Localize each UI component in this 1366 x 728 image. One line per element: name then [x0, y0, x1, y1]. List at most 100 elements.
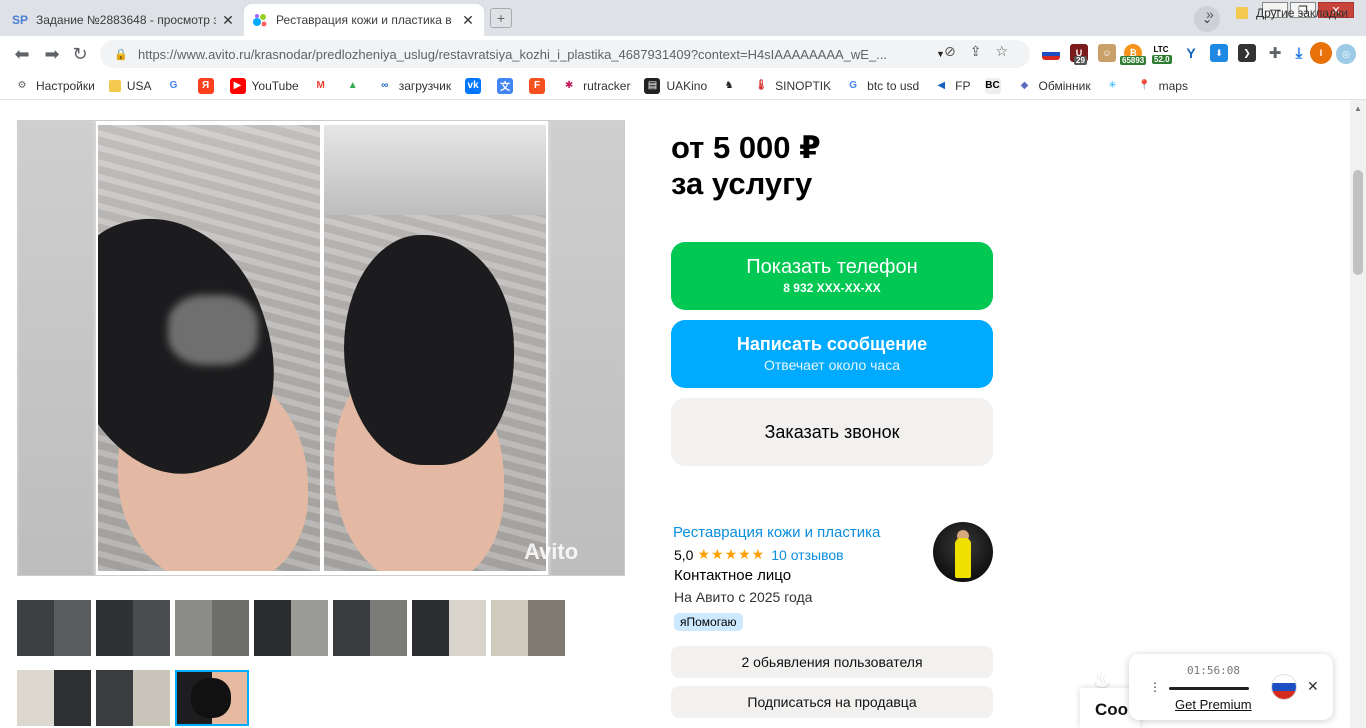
russia-flag-icon[interactable]: [1271, 674, 1297, 700]
face-extension-icon[interactable]: ☺: [1098, 44, 1116, 62]
scroll-up-icon[interactable]: ▲: [1354, 104, 1362, 113]
subscribe-seller-button[interactable]: Подписаться на продавца: [671, 686, 993, 718]
bookmark-fp[interactable]: ◀ FP: [933, 78, 970, 94]
tab-avito[interactable]: Реставрация кожи и пластика в К ✕: [244, 4, 484, 36]
y-extension-icon[interactable]: Y: [1182, 44, 1200, 62]
downloads-icon[interactable]: ⤓: [1290, 44, 1308, 62]
thumbnail-8[interactable]: [17, 670, 91, 726]
address-bar[interactable]: 🔒 https://www.avito.ru/krasnodar/predloz…: [100, 40, 1030, 68]
seller-rating: 5,0 ★★★★★ 10 отзывов: [674, 546, 844, 563]
thumbnail-10[interactable]: [175, 670, 249, 726]
bookmark-label: USA: [126, 78, 152, 93]
folder-icon: [108, 79, 121, 92]
close-icon[interactable]: ✕: [1307, 678, 1319, 695]
bookmarks-overflow-button[interactable]: »: [1206, 6, 1214, 22]
help-badge[interactable]: яПомогаю: [674, 613, 743, 631]
thumbnail-2[interactable]: [96, 600, 170, 656]
bookmark-sinoptik[interactable]: 🌡 SINOPTIK: [753, 78, 831, 94]
back-icon[interactable]: ⬅: [10, 44, 34, 65]
folder-icon: [1236, 7, 1248, 19]
bookmark-загрузчик[interactable]: ∞ загрузчик: [377, 78, 451, 94]
thumbnail-9[interactable]: [96, 670, 170, 726]
new-tab-button[interactable]: +: [490, 8, 512, 28]
ltc-price-badge: 52.0: [1152, 55, 1172, 64]
bookmark-rutracker[interactable]: ✱ rutracker: [561, 78, 631, 94]
thumbnail-3[interactable]: [175, 600, 249, 656]
bookmark-label: maps: [1158, 78, 1188, 93]
bookmark-drive[interactable]: ▲: [345, 78, 367, 94]
bookmark-label: FP: [955, 78, 971, 93]
yandex-icon: Я: [197, 77, 214, 94]
bookmark-label: SINOPTIK: [775, 78, 832, 93]
seller-name-link[interactable]: Реставрация кожи и пластика: [673, 524, 880, 541]
thumbnail-7[interactable]: [491, 600, 565, 656]
bookmark-f[interactable]: F: [529, 77, 551, 94]
forward-icon[interactable]: ➡: [40, 44, 64, 65]
thumbnail-6[interactable]: [412, 600, 486, 656]
bookmark-vk[interactable]: vk: [465, 77, 487, 94]
floating-player[interactable]: 01:56:08 ⋮ Get Premium ✕: [1129, 654, 1333, 720]
seller-avatar[interactable]: [933, 522, 993, 582]
bookmark-google[interactable]: G: [166, 78, 188, 94]
download-extension-icon[interactable]: ⬇: [1210, 44, 1228, 62]
more-options-icon[interactable]: ⋮: [1149, 680, 1161, 694]
globe-extension-icon[interactable]: ◎: [1336, 44, 1356, 64]
bookmark-btc-to-usd[interactable]: Gbtc to usd: [845, 78, 919, 94]
bookmark-настройки[interactable]: ⚙ Настройки: [14, 78, 95, 94]
close-tab-icon[interactable]: ✕: [220, 12, 236, 29]
bookmark-maps[interactable]: 📍 maps: [1137, 78, 1188, 94]
bookmark-usa[interactable]: USA: [108, 78, 152, 93]
close-tab-icon[interactable]: ✕: [460, 12, 476, 29]
tab-task[interactable]: SP Задание №2883648 - просмотр з ✕: [4, 4, 244, 36]
bookmark-yandex[interactable]: Я: [197, 77, 220, 94]
google-icon: G: [169, 80, 178, 91]
prev-photo-preview[interactable]: [18, 121, 94, 575]
bookmark-gmail[interactable]: M: [313, 78, 335, 94]
other-bookmarks-label: Другие закладки: [1256, 6, 1348, 20]
write-message-button[interactable]: Написать сообщение Отвечает около часа: [671, 320, 993, 388]
bookmark-bc[interactable]: BC: [984, 77, 1007, 94]
reload-icon[interactable]: ↻: [68, 44, 92, 65]
share-icon[interactable]: ⇪: [970, 43, 982, 60]
user-ads-button[interactable]: 2 обьявления пользователя: [671, 646, 993, 678]
scroll-thumb[interactable]: [1353, 170, 1363, 275]
other-bookmarks-folder[interactable]: Другие закладки: [1236, 6, 1348, 20]
page-scrollbar[interactable]: ▲: [1350, 100, 1366, 728]
thumbnail-1[interactable]: [17, 600, 91, 656]
bookmark-label: загрузчик: [398, 78, 452, 93]
bookmark-youtube[interactable]: ▶ YouTube: [229, 77, 299, 94]
show-phone-button[interactable]: Показать телефон 8 932 XXX-XX-XX: [671, 242, 993, 310]
main-photo[interactable]: Avito: [96, 121, 578, 575]
rutracker-icon: ✱: [564, 80, 574, 91]
bookmark-обмінник[interactable]: ◆ Обмінник: [1017, 78, 1091, 94]
translate-icon: 文: [497, 77, 514, 94]
russia-flag-icon[interactable]: [1042, 48, 1060, 60]
bookmark-chess[interactable]: ♞: [721, 78, 743, 94]
star-icon: ✳: [1108, 80, 1117, 91]
sp-favicon-icon: SP: [12, 13, 29, 27]
thermometer-icon: 🌡: [754, 80, 768, 91]
bookmark-star[interactable]: ✳: [1105, 78, 1127, 94]
photo-gallery[interactable]: Avito: [17, 120, 625, 576]
next-photo-preview[interactable]: [550, 121, 624, 575]
thumbnail-5[interactable]: [333, 600, 407, 656]
avito-icon: [252, 12, 268, 28]
chess-icon: ♞: [724, 80, 734, 91]
bookmark-label: rutracker: [583, 78, 631, 93]
bookmark-uakino[interactable]: ▤ UAKino: [644, 77, 707, 94]
bookmark-translate[interactable]: 文: [497, 77, 519, 94]
show-phone-label: Показать телефон: [746, 256, 918, 278]
thumbnail-4[interactable]: [254, 600, 328, 656]
profile-avatar[interactable]: I: [1310, 42, 1332, 64]
puzzle-icon[interactable]: ✚: [1266, 44, 1284, 62]
contact-person-label: Контактное лицо: [674, 567, 792, 584]
terminal-icon[interactable]: ❯: [1238, 44, 1256, 62]
reviews-link[interactable]: 10 отзывов: [771, 547, 843, 563]
vk-icon: vk: [465, 77, 482, 94]
price: от 5 000 ₽ за услугу: [671, 130, 821, 202]
player-progress-bar[interactable]: [1169, 687, 1249, 690]
order-call-button[interactable]: Заказать звонок: [671, 398, 993, 466]
bookmark-star-icon[interactable]: ☆: [995, 43, 1008, 60]
camera-blocked-icon[interactable]: ⊘: [944, 43, 956, 60]
get-premium-link[interactable]: Get Premium: [1175, 697, 1252, 712]
